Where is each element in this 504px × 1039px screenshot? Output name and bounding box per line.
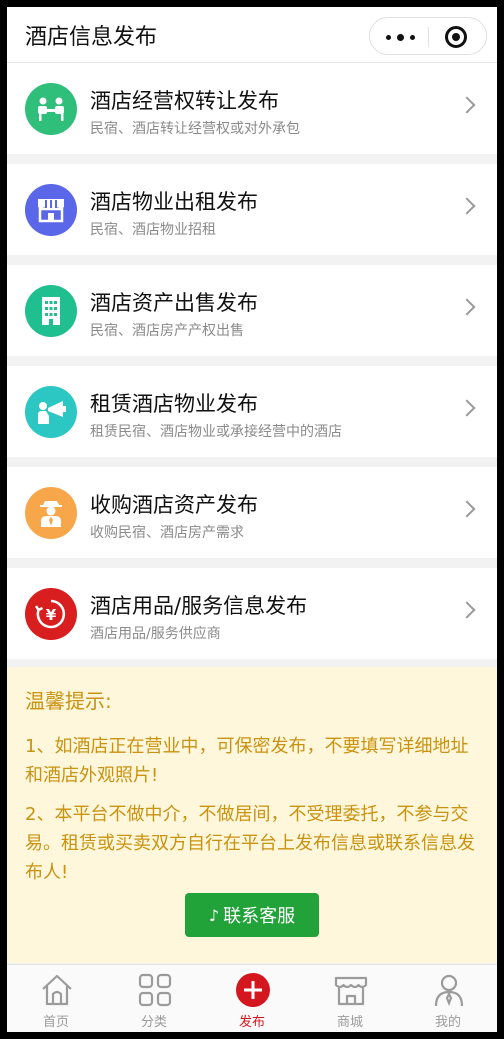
- svg-text:¥: ¥: [46, 606, 57, 624]
- chevron-right-icon: [458, 399, 476, 417]
- home-icon: [42, 974, 72, 1006]
- plus-circle-icon: [236, 973, 270, 1007]
- tab-category[interactable]: 分类: [105, 965, 203, 1032]
- chevron-right-icon: [458, 197, 476, 215]
- chevron-right-icon: [458, 298, 476, 316]
- tab-label: 首页: [42, 1015, 69, 1030]
- item-subtitle: 民宿、酒店物业招租: [90, 222, 216, 238]
- list-item-lease-out[interactable]: 酒店物业出租发布 民宿、酒店物业招租: [7, 164, 497, 255]
- tab-label: 分类: [140, 1015, 167, 1030]
- chevron-right-icon: [458, 96, 476, 114]
- tip-line-1: 1、如酒店正在营业中，可保密发布，不要填写详细地址和酒店外观照片!: [25, 736, 469, 786]
- businessman-icon: [25, 487, 77, 539]
- item-subtitle: 酒店用品/服务供应商: [90, 626, 221, 642]
- building-icon: [25, 285, 77, 337]
- item-subtitle: 民宿、酒店房产产权出售: [90, 323, 244, 339]
- shop-icon: [334, 976, 368, 1006]
- tab-label: 商城: [336, 1015, 363, 1030]
- tab-label: 我的: [434, 1015, 461, 1030]
- list-item-acquire[interactable]: 收购酒店资产发布 收购民宿、酒店房产需求: [7, 467, 497, 558]
- target-circle-icon[interactable]: [445, 26, 467, 48]
- yen-coin-icon: ¥: [25, 588, 77, 640]
- megaphone-person-icon: [25, 386, 77, 438]
- item-subtitle: 民宿、酒店转让经营权或对外承包: [90, 121, 300, 137]
- item-title: 酒店资产出售发布: [90, 291, 258, 315]
- more-dots-icon[interactable]: [384, 28, 418, 46]
- storefront-icon: [25, 184, 77, 236]
- item-title: 酒店经营权转让发布: [90, 89, 279, 113]
- page-title: 酒店信息发布: [25, 25, 158, 50]
- item-subtitle: 租赁民宿、酒店物业或承接经营中的酒店: [90, 424, 342, 440]
- transfer-people-icon: [25, 83, 77, 135]
- item-title: 租赁酒店物业发布: [90, 392, 258, 416]
- item-title: 收购酒店资产发布: [90, 493, 258, 517]
- capsule-divider: [428, 27, 429, 47]
- list-item-rent-in[interactable]: 租赁酒店物业发布 租赁民宿、酒店物业或承接经营中的酒店: [7, 366, 497, 457]
- tip-line-2: 2、本平台不做中介，不做居间，不受理委托，不参与交易。租赁或买卖双方自行在平台上…: [25, 804, 475, 883]
- tab-publish[interactable]: 发布: [203, 965, 301, 1032]
- tab-label: 发布: [238, 1015, 265, 1030]
- item-title: 酒店物业出租发布: [90, 190, 258, 214]
- item-title: 酒店用品/服务信息发布: [90, 594, 308, 618]
- tab-home[interactable]: 首页: [7, 965, 105, 1032]
- grid-icon: [138, 973, 172, 1007]
- app-frame: 酒店信息发布 酒店经营权转让发布 民宿、酒店转让经营权或对外承包 酒店物业出租发…: [7, 7, 497, 1032]
- list-item-supplies[interactable]: ¥ 酒店用品/服务信息发布 酒店用品/服务供应商: [7, 568, 497, 659]
- user-icon: [434, 974, 464, 1007]
- phone-icon: ♪: [208, 905, 220, 925]
- chevron-right-icon: [458, 601, 476, 619]
- chevron-right-icon: [458, 500, 476, 518]
- contact-service-button[interactable]: ♪ 联系客服: [185, 893, 319, 937]
- tab-mine[interactable]: 我的: [399, 965, 497, 1032]
- contact-button-label: 联系客服: [223, 906, 296, 927]
- item-subtitle: 收购民宿、酒店房产需求: [90, 525, 244, 541]
- list-item-transfer[interactable]: 酒店经营权转让发布 民宿、酒店转让经营权或对外承包: [7, 63, 497, 154]
- header: 酒店信息发布: [7, 7, 497, 63]
- tip-title: 温馨提示:: [25, 689, 112, 713]
- mini-program-capsule: [369, 17, 487, 55]
- list-item-sale[interactable]: 酒店资产出售发布 民宿、酒店房产产权出售: [7, 265, 497, 356]
- tab-mall[interactable]: 商城: [301, 965, 399, 1032]
- tab-bar: 首页 分类 发布 商城 我的: [7, 964, 497, 1032]
